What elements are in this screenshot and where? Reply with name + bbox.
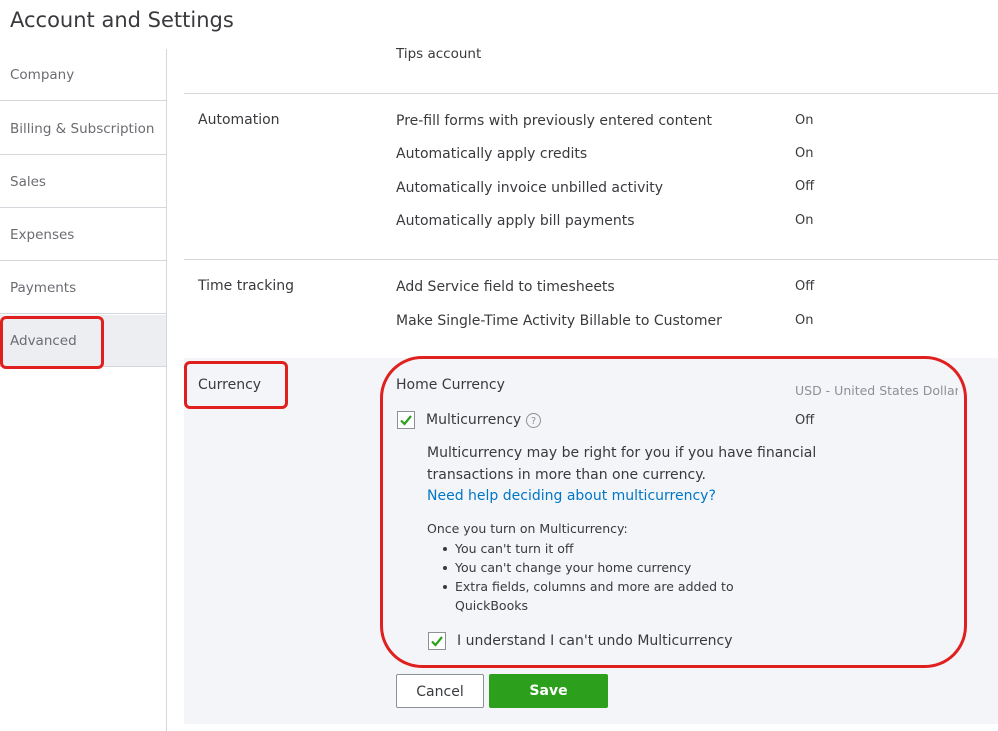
page-title: Account and Settings xyxy=(10,8,234,32)
automation-row-bill-payments[interactable]: Automatically apply bill payments xyxy=(396,213,635,229)
time-tracking-label: Time tracking xyxy=(198,278,294,294)
time-tracking-service-value: Off xyxy=(795,279,815,294)
sidebar-item-payments[interactable]: Payments xyxy=(0,262,166,314)
automation-prefill-value: On xyxy=(795,113,814,128)
automation-row-prefill[interactable]: Pre-fill forms with previously entered c… xyxy=(396,113,712,129)
divider xyxy=(184,93,998,94)
advanced-highlight xyxy=(0,316,104,369)
cancel-button[interactable]: Cancel xyxy=(396,674,484,708)
save-button[interactable]: Save xyxy=(489,674,608,708)
multicurrency-highlight xyxy=(380,356,967,668)
time-tracking-billable-value: On xyxy=(795,313,814,328)
automation-credits-value: On xyxy=(795,146,814,161)
tips-account-text: Tips account xyxy=(396,46,482,62)
sidebar-item-expenses[interactable]: Expenses xyxy=(0,209,166,261)
currency-label-highlight xyxy=(184,361,288,409)
sidebar-item-sales[interactable]: Sales xyxy=(0,156,166,208)
divider xyxy=(184,259,998,260)
sidebar-nav: Company Billing & Subscription Sales Exp… xyxy=(0,49,167,731)
sidebar-item-company[interactable]: Company xyxy=(0,49,166,101)
time-tracking-row-billable[interactable]: Make Single-Time Activity Billable to Cu… xyxy=(396,313,722,329)
time-tracking-row-service[interactable]: Add Service field to timesheets xyxy=(396,279,615,295)
automation-bill-payments-value: On xyxy=(795,213,814,228)
automation-label: Automation xyxy=(198,112,280,128)
sidebar-item-billing[interactable]: Billing & Subscription xyxy=(0,103,166,155)
automation-row-invoice[interactable]: Automatically invoice unbilled activity xyxy=(396,180,663,196)
automation-row-credits[interactable]: Automatically apply credits xyxy=(396,146,587,162)
automation-invoice-value: Off xyxy=(795,179,815,194)
